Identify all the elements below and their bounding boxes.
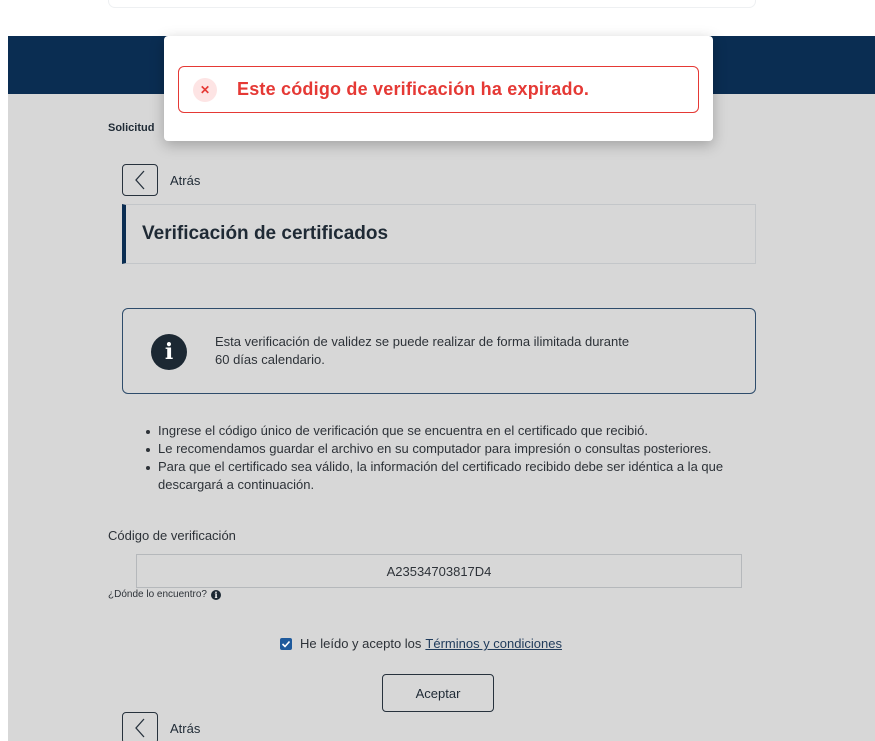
breadcrumb[interactable]: Solicitud [108,122,154,134]
info-line-1: Esta verificación de validez se puede re… [215,334,630,349]
terms-link[interactable]: Términos y condiciones [425,636,562,651]
instruction-item: Le recomendamos guardar el archivo en su… [146,440,758,458]
back-label-bottom[interactable]: Atrás [170,721,200,736]
instruction-item: Para que el certificado sea válido, la i… [146,458,758,494]
instruction-list: Ingrese el código único de verificación … [146,422,758,494]
terms-row: He leído y acepto los Términos y condici… [280,636,562,651]
help-text[interactable]: ¿Dónde lo encuentro? [108,589,207,600]
instruction-item: Ingrese el código único de verificación … [146,422,758,440]
page-title-card: Verificación de certificados [122,204,756,264]
back-row-bottom[interactable]: Atrás [122,712,200,741]
back-button-bottom[interactable] [122,712,158,741]
accept-button[interactable]: Aceptar [382,674,494,712]
page-backdrop: Solicitud Atrás Verificación de certific… [8,36,875,741]
terms-checkbox[interactable] [280,637,292,650]
chevron-left-icon [135,718,145,738]
error-alert: ✕ Este código de verificación ha expirad… [178,66,699,113]
error-modal: ✕ Este código de verificación ha expirad… [164,36,713,141]
back-row-top[interactable]: Atrás [122,164,200,196]
verification-code-input[interactable] [136,554,742,588]
chevron-left-icon [135,170,145,190]
checkmark-icon [281,640,291,648]
close-icon[interactable]: ✕ [193,77,217,102]
info-notice: i Esta verificación de validez se puede … [122,308,756,394]
info-line-2: 60 días calendario. [215,352,325,367]
top-search-frame [108,0,756,8]
browser-top-strip [0,0,875,36]
page-title: Verificación de certificados [142,223,389,244]
code-field-label: Código de verificación [108,528,236,543]
info-text: Esta verificación de validez se puede re… [215,333,735,369]
info-small-icon[interactable]: i [210,589,221,600]
error-message: Este código de verificación ha expirado. [237,79,590,99]
terms-prefix: He leído y acepto los [300,636,422,651]
back-label[interactable]: Atrás [170,173,200,188]
info-icon: i [151,334,187,370]
back-button[interactable] [122,164,158,196]
where-to-find-help[interactable]: ¿Dónde lo encuentro? i [108,589,221,600]
